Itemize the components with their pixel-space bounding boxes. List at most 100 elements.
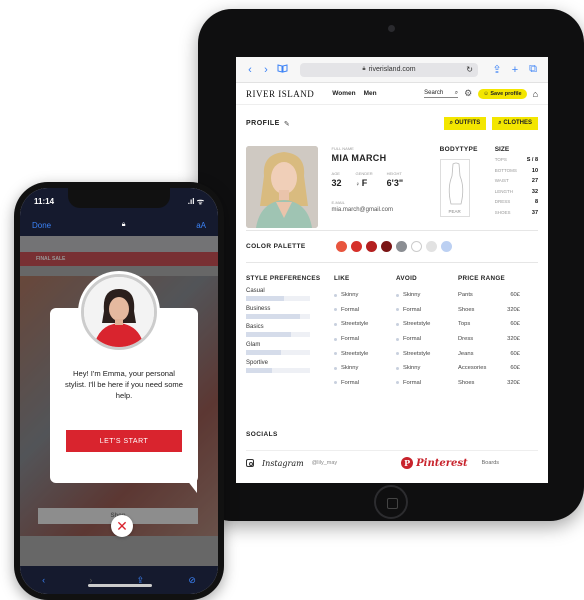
price-row: Accesories 60£: [458, 365, 520, 372]
socials-title: SOCIALS: [246, 431, 278, 438]
instagram-handle[interactable]: @lily_may: [312, 460, 337, 466]
home-button[interactable]: [374, 485, 408, 519]
pinterest-boards[interactable]: Boards: [482, 460, 499, 466]
size-row: SHOES 37: [494, 209, 539, 216]
color-swatch[interactable]: [351, 241, 362, 252]
reload-icon[interactable]: ↻: [466, 65, 473, 74]
bag-icon[interactable]: ⌂: [533, 89, 538, 99]
preferences: STYLE PREFERENCES Casual Business Basics Gl…: [236, 263, 548, 390]
email-label: E-MAIL: [331, 200, 345, 205]
outfits-button[interactable]: ⌕ OUTFITS: [443, 117, 487, 130]
compass-icon[interactable]: ⊘: [188, 575, 196, 586]
tabs-icon[interactable]: ⧉: [524, 63, 542, 76]
avoid-item[interactable]: Skinny: [396, 288, 458, 303]
price-row: Shoes 320£: [458, 379, 520, 386]
style-pref-label: Glam: [246, 342, 261, 348]
like-list: Skinny Formal Streetstyle Formal Streetstyle…: [334, 288, 396, 390]
bullet-icon: [334, 337, 337, 341]
search-label: Search: [424, 89, 444, 96]
text-size-button[interactable]: aA: [196, 221, 206, 230]
avoid-item[interactable]: Formal: [396, 332, 458, 347]
color-swatch[interactable]: [336, 241, 347, 252]
clothes-button[interactable]: ⌕ CLOTHES: [492, 117, 538, 130]
lock-icon: 🔒︎: [121, 221, 126, 228]
style-pref-bar: [246, 314, 310, 319]
bodytype-title: BODYTYPE: [439, 146, 478, 153]
color-swatch[interactable]: [411, 241, 422, 252]
like-item[interactable]: Formal: [334, 303, 396, 318]
like-item[interactable]: Formal: [334, 376, 396, 391]
nav-men[interactable]: Men: [364, 90, 377, 97]
bookmarks-icon[interactable]: [274, 64, 290, 75]
bodytype-section: BODYTYPE PEAR: [439, 146, 487, 230]
color-swatch[interactable]: [381, 241, 392, 252]
like-item[interactable]: Formal: [334, 332, 396, 347]
safari-toolbar: ‹ › 🔒︎ riverisland.com ↻ ⇪ + ⧉: [236, 57, 548, 83]
site-header: RIVER ISLAND Women Men Search ⌕ ⚙ ☺ Save…: [236, 83, 548, 105]
style-pref-item: Casual: [246, 288, 334, 301]
done-button[interactable]: Done: [32, 221, 51, 230]
color-swatch[interactable]: [441, 241, 452, 252]
gear-icon[interactable]: ⚙: [464, 88, 472, 99]
bubble-tail: [183, 475, 197, 493]
style-pref-bar: [246, 368, 310, 373]
brand-logo[interactable]: RIVER ISLAND: [246, 89, 314, 99]
edit-icon[interactable]: ✎: [284, 120, 290, 128]
like-item[interactable]: Streetstyle: [334, 317, 396, 332]
style-pref-item: Sportive: [246, 360, 334, 373]
bullet-icon: [334, 322, 337, 326]
new-tab-icon[interactable]: +: [506, 64, 524, 76]
close-button[interactable]: ✕: [111, 515, 133, 537]
share-icon[interactable]: ⇪: [488, 63, 506, 76]
home-indicator: [88, 584, 152, 587]
pinterest-logo[interactable]: P Pinterest: [401, 457, 468, 469]
avoid-item[interactable]: Formal: [396, 303, 458, 318]
bullet-icon: [396, 352, 399, 356]
size-row: BOTTOMS 10: [494, 167, 539, 174]
style-pref-bar: [246, 350, 310, 355]
nav-women[interactable]: Women: [332, 90, 355, 97]
phone-screen: 11:14 .ıl ᯤ Done 🔒︎ aA FINAL SALE Shop H…: [20, 188, 218, 594]
back-icon[interactable]: ‹: [242, 64, 258, 76]
size-section: SIZE TOPS S / 8 BOTTOMS 10 WAIST 27 LENGTH 3…: [495, 146, 538, 230]
profile-info: FULL NAME MIA MARCH AGE 32 GENDER ♀ F HE…: [332, 146, 426, 230]
bullet-icon: [334, 381, 337, 385]
bullet-icon: [396, 381, 399, 385]
profile-stats: AGE 32 GENDER ♀ F HEIGHT 6'3": [332, 171, 426, 188]
price-row: Dress 320£: [458, 336, 520, 343]
save-profile-label: Save profile: [490, 90, 522, 97]
start-button[interactable]: LET'S START: [66, 430, 182, 452]
like-item[interactable]: Streetstyle: [334, 346, 396, 361]
stylist-avatar: [81, 274, 157, 350]
forward-icon[interactable]: ›: [258, 64, 274, 76]
browser-toolbar: ‹ › ⇪ ⊘: [20, 566, 218, 594]
instagram-logo[interactable]: Instagram: [262, 459, 304, 468]
like-item[interactable]: Skinny: [334, 288, 396, 303]
age-label: AGE: [331, 171, 340, 176]
save-profile-button[interactable]: ☺ Save profile: [478, 88, 527, 99]
color-swatch[interactable]: [426, 241, 437, 252]
full-name-label: FULL NAME: [331, 146, 354, 151]
style-pref-label: Business: [246, 306, 271, 312]
status-signal: .ıl ᯤ: [187, 196, 204, 206]
price-row: Jeans 60£: [458, 350, 520, 357]
price-list: Pants 60£ Shoes 320£ Tops 60£ Dress 320£ Jeans 60…: [458, 288, 520, 390]
like-item[interactable]: Skinny: [334, 361, 396, 376]
avoid-item[interactable]: Skinny: [396, 361, 458, 376]
price-row: Tops 60£: [458, 321, 520, 328]
search-icon: ⌕: [454, 89, 459, 96]
instagram-icon[interactable]: [246, 459, 254, 467]
color-swatch[interactable]: [396, 241, 407, 252]
avoid-item[interactable]: Streetstyle: [396, 346, 458, 361]
avoid-item[interactable]: Formal: [396, 376, 458, 391]
palette-swatches: [336, 241, 456, 252]
color-swatch[interactable]: [366, 241, 377, 252]
age-value: 32: [331, 178, 342, 188]
url-bar[interactable]: 🔒︎ riverisland.com ↻: [300, 62, 478, 77]
profile-name: MIA MARCH: [331, 153, 387, 163]
avoid-item[interactable]: Streetstyle: [396, 317, 458, 332]
back-icon[interactable]: ‹: [42, 575, 45, 585]
search-input[interactable]: Search ⌕: [424, 89, 459, 98]
style-pref-item: Glam: [246, 342, 334, 355]
style-title: STYLE PREFERENCES: [246, 275, 321, 282]
